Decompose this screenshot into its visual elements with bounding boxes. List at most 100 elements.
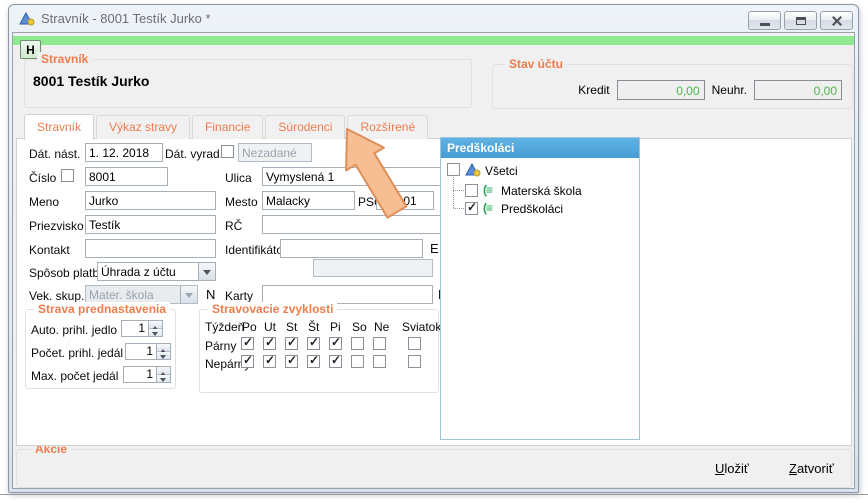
sposob-platby-label: Spôsob platby bbox=[29, 266, 105, 280]
pocet-prihl-jedal-spinner[interactable]: 1 bbox=[125, 343, 171, 360]
window-title: Stravník - 8001 Testík Jurko * bbox=[41, 11, 211, 26]
tree-predskolaci-checkbox[interactable] bbox=[465, 202, 478, 215]
close-window-button[interactable]: Zatvoriť bbox=[789, 461, 834, 476]
stravnik-groupbox: Stravník 8001 Testík Jurko bbox=[24, 59, 472, 108]
account-group-label: Stav účtu bbox=[505, 57, 567, 71]
dat-vyrad-input bbox=[238, 143, 312, 162]
maximize-button[interactable] bbox=[784, 11, 817, 30]
kontakt-input[interactable] bbox=[85, 239, 216, 258]
psc-input[interactable] bbox=[376, 191, 434, 210]
parny-sviatok-checkbox[interactable] bbox=[408, 337, 421, 350]
cislo-checkbox[interactable] bbox=[61, 169, 74, 182]
minimize-button[interactable] bbox=[748, 11, 781, 30]
tree-item-predskolaci[interactable]: Predškoláci bbox=[501, 202, 563, 216]
neparny-po-checkbox[interactable] bbox=[241, 355, 254, 368]
mesto-input[interactable] bbox=[262, 191, 355, 210]
identifikator-input[interactable] bbox=[280, 239, 423, 258]
tab-financie[interactable]: Financie bbox=[192, 115, 263, 139]
neparny-sviatok-checkbox[interactable] bbox=[408, 355, 421, 368]
parny-so-checkbox[interactable] bbox=[351, 337, 364, 350]
minimize-icon bbox=[760, 23, 770, 26]
vek-skup-label: Vek. skup. bbox=[29, 289, 84, 303]
neuhr-value-field: 0,00 bbox=[754, 80, 842, 100]
client-area: H Stravník 8001 Testík Jurko Stav účtu K… bbox=[12, 32, 855, 489]
tree-item-vsetci[interactable]: Všetci bbox=[485, 164, 518, 178]
account-values-row: Kredit 0,00 Neuhr. 0,00 bbox=[493, 80, 842, 100]
app-window: Stravník - 8001 Testík Jurko * H Stravní… bbox=[8, 4, 859, 493]
save-button-rest: ložiť bbox=[724, 461, 748, 476]
cislo-input[interactable] bbox=[85, 167, 168, 186]
neparny-st-checkbox[interactable] bbox=[285, 355, 298, 368]
neparny-stv-checkbox[interactable] bbox=[307, 355, 320, 368]
tree-item-materska-skola[interactable]: Materská škola bbox=[501, 184, 582, 198]
neparny-ne-checkbox[interactable] bbox=[373, 355, 386, 368]
dat-nast-input[interactable] bbox=[85, 143, 163, 162]
tree-vsetci-checkbox[interactable] bbox=[447, 163, 460, 176]
ulica-label: Ulica bbox=[225, 171, 252, 185]
parny-pi-checkbox[interactable] bbox=[329, 337, 342, 350]
account-status-groupbox: Stav účtu Kredit 0,00 Neuhr. 0,00 bbox=[492, 64, 853, 109]
ulica-input[interactable] bbox=[262, 167, 445, 186]
day-header-st: St bbox=[286, 320, 297, 334]
stravnik-group-label: Stravník bbox=[37, 52, 92, 66]
kredit-label: Kredit bbox=[578, 83, 609, 97]
app-logo-icon bbox=[19, 12, 35, 26]
priezvisko-label: Priezvisko bbox=[29, 219, 84, 233]
tab-vykaz-stravy[interactable]: Výkaz stravy bbox=[96, 115, 190, 139]
parny-po-checkbox[interactable] bbox=[241, 337, 254, 350]
neuhr-label: Neuhr. bbox=[712, 83, 747, 97]
app-logo-icon bbox=[465, 163, 481, 177]
parny-stv-checkbox[interactable] bbox=[307, 337, 320, 350]
karty-label: Karty bbox=[225, 289, 253, 303]
strava-group-label: Strava prednastavenia bbox=[34, 302, 170, 316]
mesto-label: Mesto bbox=[225, 195, 258, 209]
status-green-bar bbox=[13, 36, 854, 45]
parny-ne-checkbox[interactable] bbox=[373, 337, 386, 350]
day-header-ne: Ne bbox=[374, 320, 389, 334]
dat-nast-label: Dát. nást. bbox=[29, 147, 80, 161]
diner-name: 8001 Testík Jurko bbox=[33, 73, 149, 89]
auto-prihl-jedlo-spinner[interactable]: 1 bbox=[121, 320, 163, 337]
sposob-platby-dropdown[interactable]: Úhrada z účtu bbox=[97, 262, 216, 281]
chevron-down-icon[interactable] bbox=[198, 263, 215, 280]
close-icon bbox=[831, 16, 843, 26]
priezvisko-input[interactable] bbox=[85, 215, 216, 234]
max-pocet-jedal-spinner[interactable]: 1 bbox=[123, 366, 171, 383]
pocet-prihl-jedal-label: Počet. prihl. jedál bbox=[31, 346, 123, 360]
tab-surodenci[interactable]: Súrodenci bbox=[265, 115, 345, 139]
neparny-so-checkbox[interactable] bbox=[351, 355, 364, 368]
sposob-platby-value: Úhrada z účtu bbox=[98, 265, 198, 279]
meno-label: Meno bbox=[29, 195, 59, 209]
spinner-buttons-icon[interactable] bbox=[156, 344, 170, 359]
close-button[interactable] bbox=[820, 11, 853, 30]
parny-st-checkbox[interactable] bbox=[285, 337, 298, 350]
title-bar[interactable]: Stravník - 8001 Testík Jurko * bbox=[9, 5, 858, 32]
close-button-initial: Z bbox=[789, 461, 797, 476]
window-controls bbox=[748, 11, 853, 30]
tab-stravnik[interactable]: Stravník bbox=[24, 114, 94, 140]
parny-label: Párny bbox=[205, 339, 236, 353]
sposob-platby-extra-field bbox=[313, 259, 433, 277]
spinner-value: 1 bbox=[126, 344, 156, 359]
cislo-label: Číslo bbox=[29, 171, 56, 185]
neparny-ut-checkbox[interactable] bbox=[263, 355, 276, 368]
spinner-value: 1 bbox=[124, 367, 156, 382]
day-header-ut: Ut bbox=[264, 320, 276, 334]
spinner-buttons-icon[interactable] bbox=[148, 321, 162, 336]
maximize-icon bbox=[796, 17, 806, 25]
page-bottom-divider bbox=[0, 494, 868, 495]
meno-input[interactable] bbox=[85, 191, 216, 210]
dat-vyrad-label: Dát. vyrad. bbox=[165, 147, 223, 161]
save-button[interactable]: Uložiť bbox=[715, 461, 749, 476]
neparny-pi-checkbox[interactable] bbox=[329, 355, 342, 368]
dat-vyrad-checkbox[interactable] bbox=[221, 145, 234, 158]
spinner-buttons-icon[interactable] bbox=[156, 367, 170, 382]
parny-ut-checkbox[interactable] bbox=[263, 337, 276, 350]
tab-rozsirene[interactable]: Rozšírené bbox=[347, 115, 428, 139]
identifikator-label: Identifikátor bbox=[225, 243, 287, 257]
rc-input[interactable] bbox=[262, 215, 445, 234]
tree-materska-skola-checkbox[interactable] bbox=[465, 184, 478, 197]
tree-connector bbox=[453, 190, 464, 191]
kredit-value-field: 0,00 bbox=[617, 80, 705, 100]
tyzden-label: Týždeň bbox=[205, 320, 244, 334]
